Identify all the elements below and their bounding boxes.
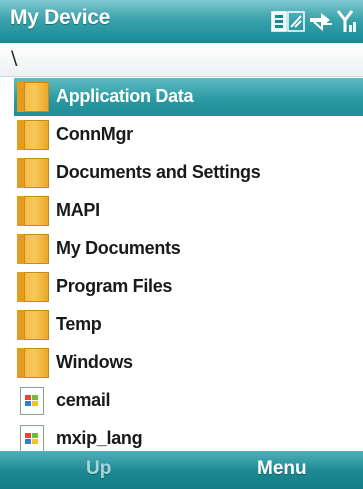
menu-softkey[interactable]: Menu: [257, 458, 307, 480]
list-item[interactable]: Documents and Settings: [0, 154, 363, 192]
list-item[interactable]: Application Data: [14, 78, 363, 116]
folder-icon: [17, 348, 49, 378]
list-item-label: cemail: [56, 390, 111, 410]
file-icon: [20, 387, 44, 415]
page-title: My Device: [10, 6, 111, 29]
folder-icon: [17, 158, 49, 188]
folder-icon: [17, 234, 49, 264]
list-item-label: Windows: [56, 352, 133, 372]
list-item-label: Temp: [56, 314, 102, 334]
path-bar: \: [0, 43, 363, 77]
list-item[interactable]: Temp: [0, 306, 363, 344]
file-list: Application Data ConnMgr Documents and S…: [0, 78, 363, 451]
list-item[interactable]: My Documents: [0, 230, 363, 268]
title-bar: My Device: [0, 0, 363, 43]
list-item[interactable]: Program Files: [0, 268, 363, 306]
status-icons: [271, 7, 357, 33]
list-item[interactable]: ConnMgr: [0, 116, 363, 154]
connectivity-icon[interactable]: [308, 9, 334, 33]
list-item[interactable]: MAPI: [0, 192, 363, 230]
folder-icon: [17, 82, 49, 112]
list-item-label: MAPI: [56, 200, 100, 220]
file-icon: [20, 425, 44, 451]
signal-strength-icon[interactable]: [336, 9, 357, 33]
list-item-label: Application Data: [56, 86, 194, 106]
list-item-label: ConnMgr: [56, 124, 133, 144]
softkey-bar: Up Menu: [0, 451, 363, 489]
list-item-label: mxip_lang: [56, 428, 143, 448]
list-item[interactable]: mxip_lang: [0, 420, 363, 451]
list-item[interactable]: Windows: [0, 344, 363, 382]
list-item[interactable]: cemail: [0, 382, 363, 420]
current-path: \: [11, 47, 18, 69]
list-item-label: Documents and Settings: [56, 162, 261, 182]
battery-icon[interactable]: [271, 9, 305, 33]
list-item-label: My Documents: [56, 238, 181, 258]
folder-icon: [17, 196, 49, 226]
up-softkey[interactable]: Up: [86, 458, 111, 480]
folder-icon: [17, 272, 49, 302]
folder-icon: [17, 120, 49, 150]
folder-icon: [17, 310, 49, 340]
list-item-label: Program Files: [56, 276, 173, 296]
